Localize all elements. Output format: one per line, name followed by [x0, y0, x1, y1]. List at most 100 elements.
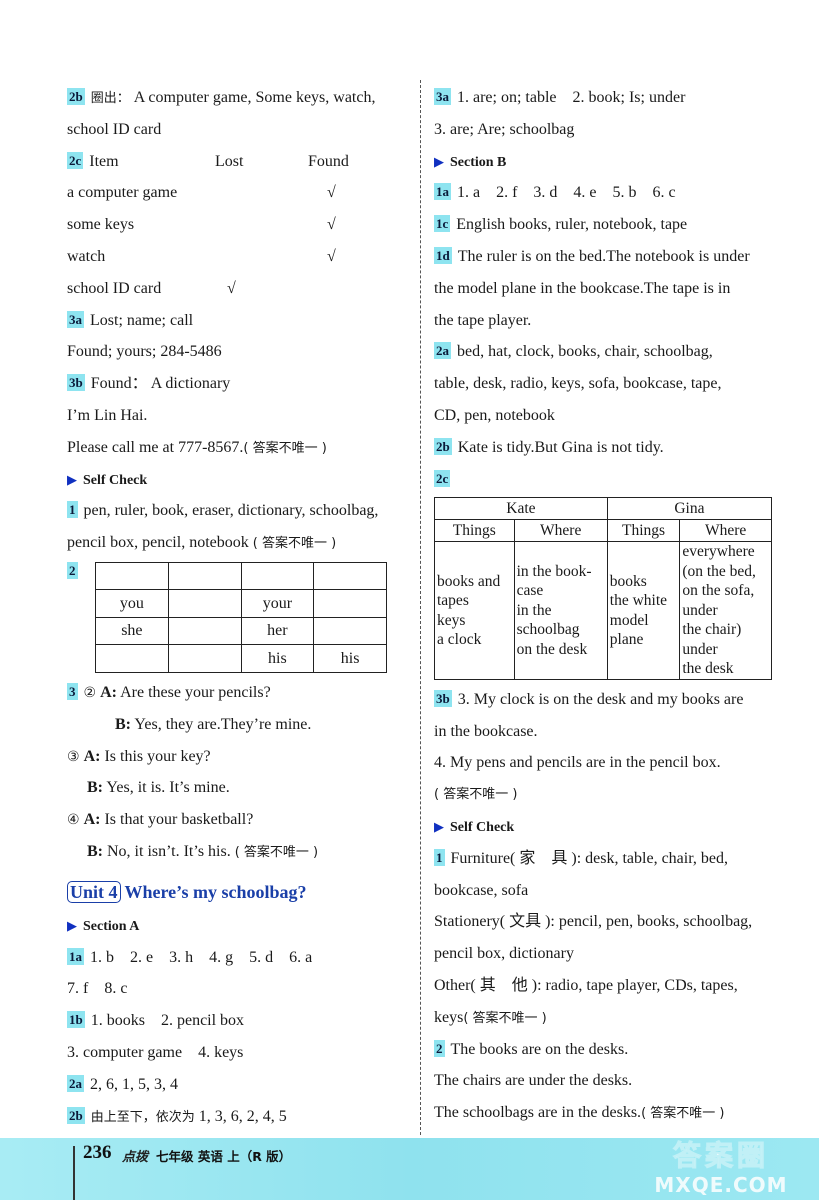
exercise-label: 3b — [67, 374, 85, 392]
self-check-ex-2: 2 you your she her his his — [67, 559, 407, 677]
exercise-label: 2b — [434, 437, 452, 455]
table-cell: in the book-case in the schoolbag on the de… — [513, 541, 608, 680]
table-cell — [313, 561, 387, 591]
lost-check-icon: √ — [227, 279, 236, 297]
triangle-arrow-icon: ▶ — [434, 153, 444, 169]
item-name: some keys — [67, 216, 135, 234]
lost-found-row: watch √ — [67, 241, 407, 273]
speaker-b: B: — [87, 779, 103, 797]
cell-line: (on the bed, — [682, 562, 756, 580]
exercise-label: 1 — [67, 501, 78, 519]
table-row: she her — [95, 616, 387, 646]
section-a-ex-1a-cont: 7. f 8. c — [67, 980, 128, 998]
section-b-ex-3b-line3: 4. My pens and pencils are in the pencil… — [434, 754, 721, 772]
speaker-b: B: — [87, 842, 103, 860]
cell-line: the desk — [682, 660, 734, 678]
cell-line: in the — [516, 601, 552, 619]
book-title: 七年级 英语 上（R 版） — [156, 1149, 292, 1164]
exercise-label: 3a — [67, 310, 84, 328]
cell-line: a clock — [437, 631, 482, 649]
ex-2b: 2b 圈出： A computer game, Some keys, watch, — [67, 88, 376, 106]
brand-logo: 点拨 — [122, 1150, 149, 1165]
item-name: watch — [67, 247, 106, 265]
self-check-ex-2-line2: The chairs are under the desks. — [434, 1072, 633, 1090]
cell-line: plane — [609, 631, 644, 649]
cell-line: everywhere — [682, 543, 755, 561]
section-b-ex-3b-line2: in the bookcase. — [434, 722, 538, 740]
ex-3a: 3a 1. are; on; table 2. book; Is; under — [434, 88, 686, 106]
cell-line: keys — [437, 611, 466, 629]
item-number: ④ — [67, 812, 80, 829]
ex-3a-cont: Found; yours; 284-5486 — [67, 343, 222, 361]
self-check-ex-2-line3: The schoolbags are in the desks.( 答案不唯一 … — [434, 1104, 725, 1122]
speaker-a: A: — [83, 747, 101, 765]
dialog-line-a: 3② A: Are these your pencils? — [67, 682, 271, 701]
exercise-label: 1a — [67, 947, 84, 965]
section-b-ex-2a-line3: CD, pen, notebook — [434, 406, 555, 424]
section-b-ex-1d-line3: the tape player. — [434, 311, 532, 329]
lost-found-row: school ID card √ — [67, 273, 407, 305]
dialog-line-b: B: No, it isn’t. It’s his. ( 答案不唯一 ) — [87, 842, 319, 860]
triangle-arrow-icon: ▶ — [434, 819, 444, 835]
table-cell — [167, 644, 242, 673]
cell-line: under — [682, 601, 718, 619]
self-check-ex-3: 3② A: Are these your pencils? B: Yes, the… — [67, 677, 407, 868]
table-row: his his — [95, 644, 387, 673]
exercise-label: 1c — [434, 215, 451, 233]
dialog-line-b: B: Yes, they are.They’re mine. — [115, 715, 312, 733]
lost-found-row: some keys √ — [67, 209, 407, 241]
watermark: 答案圈 MXQE.COM — [631, 1138, 811, 1200]
cell-line: books — [609, 572, 647, 590]
table-cell — [240, 561, 315, 591]
ex-3b: 3b Found： A dictionary — [67, 374, 231, 393]
item-number: ③ — [67, 748, 80, 765]
lost-found-row: a computer game √ — [67, 177, 407, 209]
table-cell — [95, 644, 169, 673]
table-cell: her — [240, 616, 315, 646]
section-a-ex-1b-cont: 3. computer game 4. keys — [67, 1043, 244, 1061]
ex-3a-cont: 3. are; Are; schoolbag — [434, 120, 575, 138]
ex-2b-cont: school ID card — [67, 120, 162, 138]
triangle-arrow-icon: ▶ — [67, 917, 77, 933]
section-b-ex-1d-line2: the model plane in the bookcase.The tape… — [434, 279, 731, 297]
cell-line: books and — [437, 572, 501, 590]
table-cell — [167, 616, 242, 646]
exercise-label: 2 — [67, 561, 78, 579]
cell-line: in the book- — [516, 562, 592, 580]
section-b-ex-1d: 1d The ruler is on the bed.The notebook i… — [434, 246, 750, 265]
self-check-ex-2: 2 The books are on the desks. — [434, 1039, 629, 1058]
speaker-a: A: — [83, 811, 101, 829]
exercise-label: 1a — [434, 183, 451, 201]
dialog-line-a: ③ A: Is this your key? — [67, 747, 211, 765]
stationery-line: Stationery( 文具 ): pencil, pen, books, sc… — [434, 913, 753, 931]
cell-line: case — [516, 582, 544, 600]
column-header: Where — [513, 519, 608, 543]
found-check-icon: √ — [327, 216, 336, 234]
cell-line: on the sofa, — [682, 582, 755, 600]
exercise-label: 1b — [67, 1011, 85, 1029]
item-number: ② — [83, 684, 97, 701]
other-cont: keys( 答案不唯一 ) — [434, 1008, 547, 1026]
unit-number-box: Unit 4 — [67, 880, 121, 903]
cell-line: on the desk — [516, 640, 588, 658]
kate-gina-table: Kate Gina Things Where Things Where books a… — [434, 497, 773, 680]
column-divider — [420, 80, 421, 1135]
triangle-arrow-icon: ▶ — [67, 471, 77, 487]
dialog-line-b: B: Yes, it is. It’s mine. — [87, 779, 230, 797]
answer-note: ( 答案不唯一 ) — [434, 787, 518, 803]
table-row: you your — [95, 589, 387, 618]
section-b-ex-1a: 1a 1. a 2. f 3. d 4. e 5. b 6. c — [434, 183, 676, 202]
exercise-label: 2b — [67, 1106, 85, 1124]
ex-3a: 3a Lost; name; call — [67, 310, 194, 329]
exercise-label: 2a — [67, 1074, 84, 1092]
exercise-label: 2b — [67, 88, 85, 105]
item-name: school ID card — [67, 279, 162, 297]
unit-heading: Unit 4 Where’s my schoolbag? — [67, 874, 407, 910]
footer-divider — [73, 1146, 75, 1200]
speaker-a: A: — [100, 683, 117, 701]
section-heading-self-check: ▶ Self Check — [434, 819, 515, 836]
exercise-label: 1d — [434, 246, 452, 264]
section-a-ex-2b: 2b 由上至下，依次为 1, 3, 6, 2, 4, 5 — [67, 1106, 287, 1125]
furniture-cont: bookcase, sofa — [434, 881, 529, 899]
page-footer: 236 点拨 七年级 英语 上（R 版） 答案圈 MXQE.COM — [0, 1138, 819, 1200]
